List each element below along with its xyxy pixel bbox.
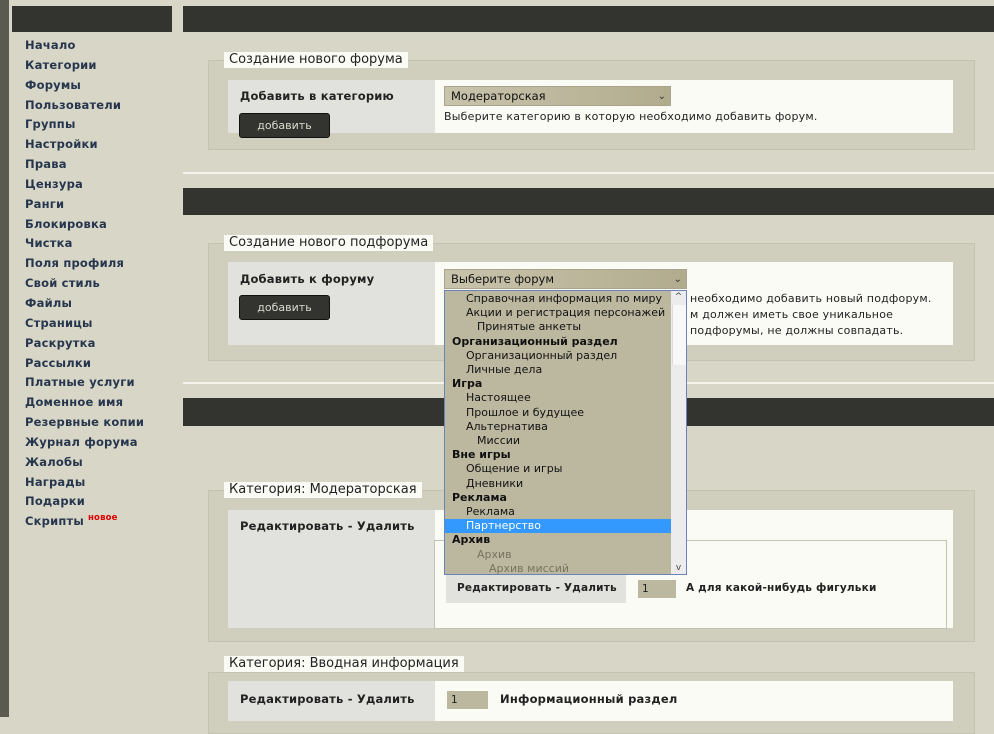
- section-header-bar: [183, 6, 994, 32]
- sidebar-item-ranks[interactable]: Ранги: [12, 195, 172, 215]
- dropdown-option[interactable]: Акции и регистрация персонажей: [445, 306, 671, 320]
- sidebar-item-categories[interactable]: Категории: [12, 56, 172, 76]
- category-intro-panel: Редактировать - Удалить 1 Информационный…: [228, 681, 953, 721]
- window-edge: [0, 0, 9, 717]
- sidebar-item-scripts-label: Скрипты: [25, 514, 84, 529]
- dropdown-option[interactable]: Партнерство: [445, 519, 671, 534]
- forum-select[interactable]: Выберите форум ⌄: [444, 269, 687, 289]
- category-hint: Выберите категорию в которую необходимо …: [444, 110, 818, 123]
- dropdown-option[interactable]: Личные дела: [445, 363, 671, 377]
- sidebar-item-forums[interactable]: Форумы: [12, 76, 172, 96]
- add-to-category-label: Добавить в категорию: [240, 89, 394, 103]
- category-mod-legend: Категория: Модераторская: [224, 482, 422, 498]
- category-intro-edit-delete[interactable]: Редактировать - Удалить: [240, 692, 415, 706]
- sidebar-item-permissions[interactable]: Права: [12, 155, 172, 175]
- sidebar-item-settings[interactable]: Настройки: [12, 135, 172, 155]
- sidebar-item-awards[interactable]: Награды: [12, 473, 172, 493]
- sidebar-header: [12, 6, 172, 32]
- dropdown-option[interactable]: Прошлое и будущее: [445, 406, 671, 420]
- scrollbar-thumb[interactable]: [672, 305, 686, 365]
- new-badge: новое: [87, 513, 118, 524]
- sidebar-nav: Начало Категории Форумы Пользователи Гру…: [12, 36, 172, 532]
- subforum-hint-line3: подфорумы, не должны совпадать.: [690, 324, 904, 337]
- dropdown-optgroup: Организационный раздел: [452, 334, 618, 348]
- sidebar-item-censorship[interactable]: Цензура: [12, 175, 172, 195]
- forum-position-input[interactable]: 1: [447, 691, 488, 709]
- subforum-name: А для какой-нибудь фигульки: [686, 582, 877, 594]
- new-forum-panel: Добавить в категорию добавить Модераторс…: [228, 80, 953, 138]
- dropdown-optgroup: Вне игры: [452, 448, 511, 462]
- section-header-bar: [183, 188, 994, 215]
- sidebar-item-domain[interactable]: Доменное имя: [12, 393, 172, 413]
- sidebar-item-profile-fields[interactable]: Поля профиля: [12, 254, 172, 274]
- subforum-hint-line2: м должен иметь свое уникальное: [690, 308, 894, 321]
- chevron-down-icon: ⌄: [657, 91, 666, 102]
- sidebar-item-groups[interactable]: Группы: [12, 115, 172, 135]
- subforum-position-input[interactable]: 1: [638, 580, 676, 598]
- dropdown-scrollbar[interactable]: ^ v: [671, 291, 686, 574]
- sidebar-item-bans[interactable]: Блокировка: [12, 215, 172, 235]
- add-to-forum-label: Добавить к форуму: [240, 272, 375, 286]
- dropdown-option[interactable]: Справочная информация по миру: [445, 292, 671, 306]
- dropdown-option[interactable]: Организационный раздел: [445, 349, 671, 363]
- subforum-edit-delete[interactable]: Редактировать - Удалить: [457, 582, 617, 594]
- sidebar-item-users[interactable]: Пользователи: [12, 96, 172, 116]
- sidebar-item-cleanup[interactable]: Чистка: [12, 234, 172, 254]
- category-select[interactable]: Модераторская ⌄: [444, 86, 671, 106]
- sidebar-item-paid-services[interactable]: Платные услуги: [12, 373, 172, 393]
- forum-select-dropdown[interactable]: Справочная информация по миру Акции и рег…: [444, 290, 687, 575]
- sidebar-item-forum-log[interactable]: Журнал форума: [12, 433, 172, 453]
- category-select-value: Модераторская: [451, 89, 546, 103]
- sidebar-item-backups[interactable]: Резервные копии: [12, 413, 172, 433]
- subforum-hint-line1: необходимо добавить новый подфорум.: [690, 292, 932, 305]
- sidebar-item-home[interactable]: Начало: [12, 36, 172, 56]
- category-intro-legend: Категория: Вводная информация: [224, 656, 464, 672]
- new-forum-legend: Создание нового форума: [224, 52, 408, 68]
- dropdown-option[interactable]: Миссии: [445, 434, 671, 448]
- dropdown-optgroup: Архив: [452, 533, 491, 547]
- chevron-down-icon: ⌄: [673, 274, 682, 285]
- sidebar-item-mailings[interactable]: Рассылки: [12, 354, 172, 374]
- dropdown-option[interactable]: Принятые анкеты: [445, 320, 671, 334]
- dropdown-optgroup: Игра: [452, 377, 483, 391]
- add-subforum-button[interactable]: добавить: [239, 295, 330, 320]
- section-divider: [183, 172, 994, 174]
- sidebar-item-files[interactable]: Файлы: [12, 294, 172, 314]
- forum-select-value: Выберите форум: [451, 272, 554, 286]
- dropdown-option[interactable]: Дневники: [445, 477, 671, 491]
- sidebar-item-custom-style[interactable]: Свой стиль: [12, 274, 172, 294]
- dropdown-option[interactable]: Альтернатива: [445, 420, 671, 434]
- scroll-up-arrow-icon[interactable]: ^: [671, 292, 686, 302]
- sidebar-item-scripts[interactable]: Скрипты новое: [12, 512, 172, 532]
- sidebar-item-complaints[interactable]: Жалобы: [12, 453, 172, 473]
- dropdown-optgroup: Реклама: [452, 490, 507, 504]
- dropdown-option[interactable]: Общение и игры: [445, 462, 671, 476]
- category-mod-edit-delete[interactable]: Редактировать - Удалить: [240, 519, 415, 533]
- dropdown-option: Архив: [477, 547, 512, 561]
- sidebar-item-pages[interactable]: Страницы: [12, 314, 172, 334]
- dropdown-option: Архив миссий: [489, 561, 569, 575]
- scroll-down-arrow-icon[interactable]: v: [671, 563, 686, 573]
- sidebar-item-gifts[interactable]: Подарки: [12, 492, 172, 512]
- forum-name: Информационный раздел: [500, 692, 678, 706]
- dropdown-option[interactable]: Реклама: [445, 505, 671, 519]
- sidebar-item-promotion[interactable]: Раскрутка: [12, 334, 172, 354]
- dropdown-option[interactable]: Настоящее: [445, 391, 671, 405]
- add-forum-button[interactable]: добавить: [239, 113, 330, 138]
- new-subforum-legend: Создание нового подфорума: [224, 235, 434, 251]
